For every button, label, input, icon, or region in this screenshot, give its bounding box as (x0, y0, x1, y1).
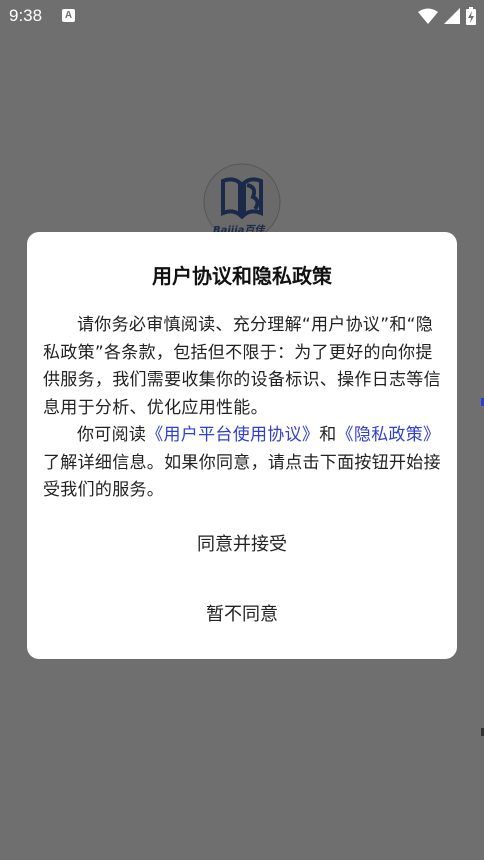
signal-icon (444, 8, 460, 29)
privacy-policy-link[interactable]: 《隐私政策》 (337, 425, 441, 445)
battery-charging-icon (466, 7, 476, 30)
paragraph-2-suffix: 了解详细信息。如果你同意，请点击下面按钮开始接受我们的服务。 (43, 452, 441, 501)
status-icons (418, 7, 476, 30)
paragraph-2-prefix: 你可阅读 (77, 425, 147, 445)
a-letter-icon: A (62, 9, 75, 22)
agree-button[interactable]: 同意并接受 (27, 530, 457, 556)
user-agreement-link[interactable]: 《用户平台使用协议》 (146, 425, 319, 445)
privacy-dialog: 用户协议和隐私政策 请你务必审慎阅读、充分理解“用户协议”和“隐私政策”各条款，… (27, 232, 457, 659)
paragraph-2-and: 和 (319, 425, 337, 445)
dialog-paragraph-1: 请你务必审慎阅读、充分理解“用户协议”和“隐私政策”各条款，包括但不限于：为了更… (43, 315, 441, 418)
decline-button[interactable]: 暂不同意 (27, 600, 457, 626)
app-logo: Baijia百佳 (203, 163, 281, 241)
wifi-icon (418, 8, 438, 29)
dialog-body: 请你务必审慎阅读、充分理解“用户协议”和“隐私政策”各条款，包括但不限于：为了更… (43, 312, 443, 505)
dialog-paragraph-2: 你可阅读《用户平台使用协议》和《隐私政策》了解详细信息。如果你同意，请点击下面按… (43, 422, 443, 505)
status-bar: 9:38 A (0, 0, 484, 32)
status-time: 9:38 (9, 6, 43, 25)
dialog-title: 用户协议和隐私政策 (152, 264, 332, 288)
